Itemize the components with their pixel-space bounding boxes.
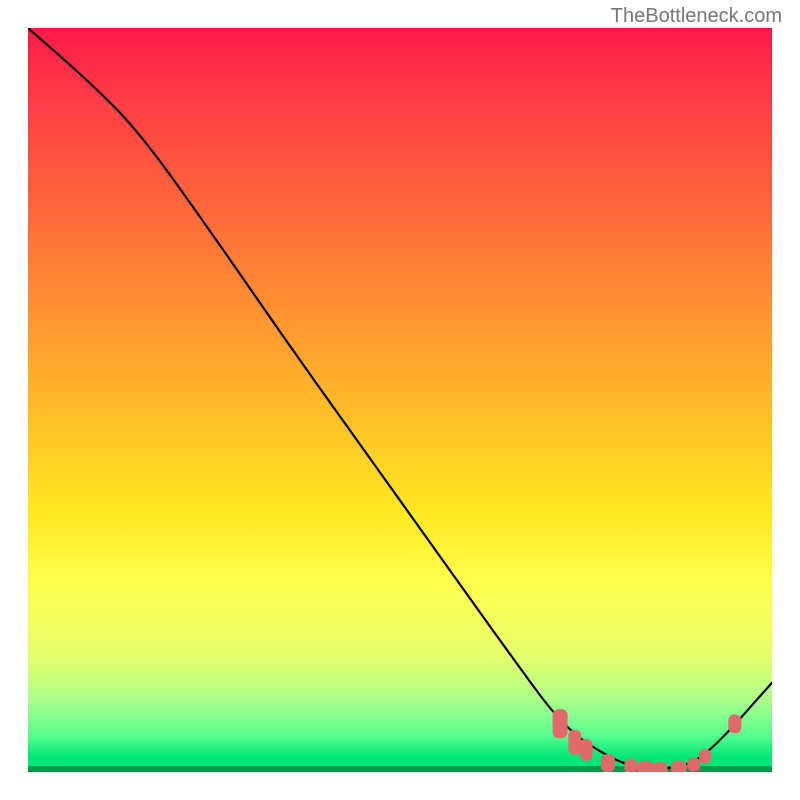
chart-marker xyxy=(653,762,668,772)
chart-marker xyxy=(601,754,615,772)
watermark-text: TheBottleneck.com xyxy=(611,5,782,28)
chart-plot-area xyxy=(28,28,772,772)
chart-marker xyxy=(637,760,655,772)
chart-curve-line xyxy=(28,28,772,768)
chart-marker xyxy=(553,709,568,739)
chart-marker xyxy=(671,760,687,772)
chart-marker xyxy=(580,739,593,761)
chart-curve-svg xyxy=(28,28,772,772)
chart-marker xyxy=(728,714,741,733)
chart-marker xyxy=(699,748,711,763)
chart-marker xyxy=(624,759,637,772)
